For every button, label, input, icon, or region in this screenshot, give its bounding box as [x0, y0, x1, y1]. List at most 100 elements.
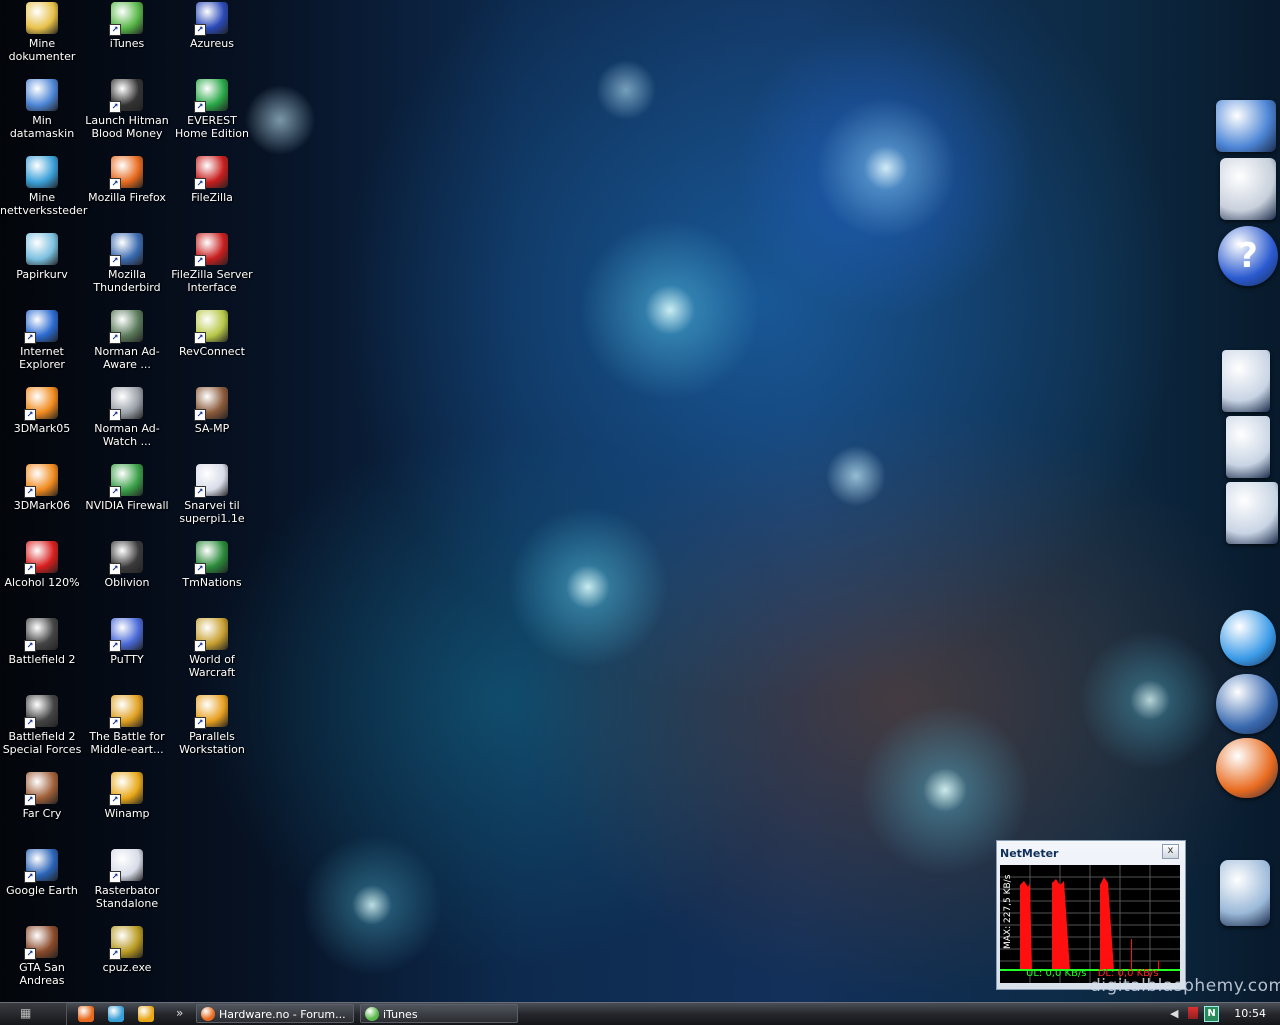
shortcut-arrow-icon: ↗	[24, 486, 36, 498]
desktop-icon[interactable]: ↗ Far Cry	[0, 772, 84, 820]
task-button[interactable]: Hardware.no - Forum...	[196, 1004, 354, 1023]
firefox-icon	[201, 1007, 215, 1021]
quick-launch-more-button[interactable]: »	[176, 1006, 183, 1020]
netmeter-graph: MAX: 227,5 KB/s UL: 0,0 KB/s DL: 0,0 KB/…	[1000, 865, 1180, 983]
desktop-icon[interactable]: ↗ FileZilla Server Interface	[170, 233, 254, 294]
media-player-icon[interactable]	[1220, 610, 1276, 666]
desktop-icon-label: Battlefield 2	[8, 653, 76, 666]
firefox-icon[interactable]	[1216, 738, 1278, 798]
taskbar: ▦ » Hardware.no - Forum... iTunes ◀ N 10:…	[0, 1002, 1280, 1025]
desktop-icon[interactable]: ↗ Winamp	[85, 772, 169, 820]
adaware-icon: ↗	[109, 310, 143, 344]
bfme-icon: ↗	[109, 695, 143, 729]
desktop-icon-label: Snarvei til superpi1.1e	[179, 499, 245, 525]
desktop-icon[interactable]: ↗ cpuz.exe	[85, 926, 169, 974]
desktop-icon-label: Mine nettverkssteder	[0, 191, 88, 217]
folder-icon[interactable]	[1222, 350, 1270, 412]
desktop-icon-label: World of Warcraft	[188, 653, 236, 679]
desktop-icon[interactable]: ↗ Internet Explorer	[0, 310, 84, 371]
thunderbird-icon: ↗	[109, 233, 143, 267]
netmeter-title: NetMeter	[1000, 847, 1059, 860]
desktop-icon[interactable]: ↗ 3DMark05	[0, 387, 84, 435]
netmeter-tray-icon[interactable]: N	[1204, 1006, 1219, 1022]
shortcut-arrow-icon: ↗	[194, 486, 206, 498]
documents-folder-icon[interactable]	[1226, 416, 1270, 478]
desktop-icon-label: Azureus	[189, 37, 235, 50]
desktop-icon[interactable]: ↗ Oblivion	[85, 541, 169, 589]
desktop-icon[interactable]: ↗ RevConnect	[170, 310, 254, 358]
desktop-icon[interactable]: ↗ Norman Ad-Watch ...	[85, 387, 169, 448]
desktop-icon[interactable]: ↗ Battlefield 2 Special Forces	[0, 695, 84, 756]
shortcut-arrow-icon: ↗	[24, 640, 36, 652]
netmeter-close-button[interactable]: x	[1162, 844, 1179, 859]
winamp-icon[interactable]	[138, 1006, 154, 1022]
network-icon[interactable]	[108, 1006, 124, 1022]
chip-icon: ↗	[109, 926, 143, 960]
desktop-icon-label: PuTTY	[110, 653, 144, 666]
desktop-icon[interactable]: Mine nettverkssteder	[0, 156, 88, 217]
desktop-icon[interactable]: ↗ Azureus	[170, 2, 254, 50]
desktop-icon[interactable]: ↗ World of Warcraft	[170, 618, 254, 679]
desktop-icon[interactable]: ↗ Rasterbator Standalone	[85, 849, 169, 910]
tray-expand-icon[interactable]: ◀	[1170, 1007, 1178, 1020]
desktop-icon[interactable]: ↗ TmNations	[170, 541, 254, 589]
desktop-icon[interactable]: Papirkurv	[0, 233, 84, 281]
netmeter-max-label: MAX: 227,5 KB/s	[1003, 874, 1013, 949]
start-button[interactable]: ▦	[0, 1003, 67, 1025]
desktop-icon[interactable]: ↗ Battlefield 2	[0, 618, 84, 666]
firefox-icon[interactable]	[78, 1006, 94, 1022]
desktop-icon[interactable]: ↗ SA-MP	[170, 387, 254, 435]
shortcut-arrow-icon: ↗	[109, 563, 121, 575]
scanner-icon[interactable]	[1220, 158, 1276, 220]
putty-icon: ↗	[109, 618, 143, 652]
computer-icon[interactable]	[1216, 100, 1276, 152]
desktop-icon[interactable]: ↗ Snarvei til superpi1.1e	[170, 464, 254, 525]
desktop-icon-label: The Battle for Middle-eart...	[89, 730, 165, 756]
desktop-icon-label: Google Earth	[6, 884, 78, 897]
task-button-label: iTunes	[383, 1008, 418, 1021]
hitman-icon: ↗	[109, 79, 143, 113]
gta-icon: ↗	[24, 926, 58, 960]
desktop-icon[interactable]: ↗ Alcohol 120%	[0, 541, 84, 589]
google-earth-icon: ↗	[24, 849, 58, 883]
oblivion-icon: ↗	[109, 541, 143, 575]
desktop-icon-label: SA-MP	[194, 422, 230, 435]
desktop-icon[interactable]: ↗ Mozilla Firefox	[85, 156, 169, 204]
desktop-icon[interactable]: ↗ NVIDIA Firewall	[85, 464, 169, 512]
shortcut-arrow-icon: ↗	[194, 255, 206, 267]
desktop-icon[interactable]: ↗ EVEREST Home Edition	[170, 79, 254, 140]
upload-rate: UL: 0,0 KB/s	[1026, 968, 1087, 979]
desktop-icon[interactable]: Mine dokumenter	[0, 2, 84, 63]
desktop-icon[interactable]: ↗ The Battle for Middle-eart...	[85, 695, 169, 756]
desktop-icon-label: Papirkurv	[16, 268, 68, 281]
desktop-icon[interactable]: ↗ GTA San Andreas	[0, 926, 84, 987]
netmeter-widget[interactable]: NetMeter x MAX: 227,5 KB/s UL: 0,0 KB/s …	[996, 840, 1186, 990]
desktop-icon[interactable]: ↗ FileZilla	[170, 156, 254, 204]
desktop-icon[interactable]: ↗ Parallels Workstation	[170, 695, 254, 756]
desktop-icon[interactable]: ↗ Launch Hitman Blood Money	[85, 79, 169, 140]
firefox-icon: ↗	[109, 156, 143, 190]
shortcut-arrow-icon: ↗	[24, 717, 36, 729]
desktop-icon[interactable]: Min datamaskin	[0, 79, 84, 140]
network-tray-icon[interactable]	[1188, 1007, 1198, 1019]
help-icon[interactable]: ?	[1218, 226, 1278, 286]
desktop-icon[interactable]: ↗ 3DMark06	[0, 464, 84, 512]
nvidia-firewall-icon: ↗	[109, 464, 143, 498]
desktop-icon[interactable]: ↗ iTunes	[85, 2, 169, 50]
battlefield-icon: ↗	[24, 618, 58, 652]
desktop-icon[interactable]: ↗ Google Earth	[0, 849, 84, 897]
desktop-icon-label: Mine dokumenter	[8, 37, 76, 63]
shortcut-arrow-icon: ↗	[109, 948, 121, 960]
itunes-icon	[365, 1007, 379, 1021]
desktop-icon[interactable]: ↗ Mozilla Thunderbird	[85, 233, 169, 294]
desktop-icon-label: RevConnect	[179, 345, 245, 358]
task-button[interactable]: iTunes	[360, 1004, 518, 1023]
desktop-icon[interactable]: ↗ PuTTY	[85, 618, 169, 666]
thunderbird-icon[interactable]	[1216, 674, 1278, 734]
trash-icon[interactable]	[1220, 860, 1270, 926]
music-folder-icon[interactable]	[1226, 482, 1278, 544]
shortcut-arrow-icon: ↗	[109, 409, 121, 421]
desktop-icon-label: EVEREST Home Edition	[174, 114, 250, 140]
desktop-icon-label: Battlefield 2 Special Forces	[2, 730, 82, 756]
desktop-icon[interactable]: ↗ Norman Ad-Aware ...	[85, 310, 169, 371]
